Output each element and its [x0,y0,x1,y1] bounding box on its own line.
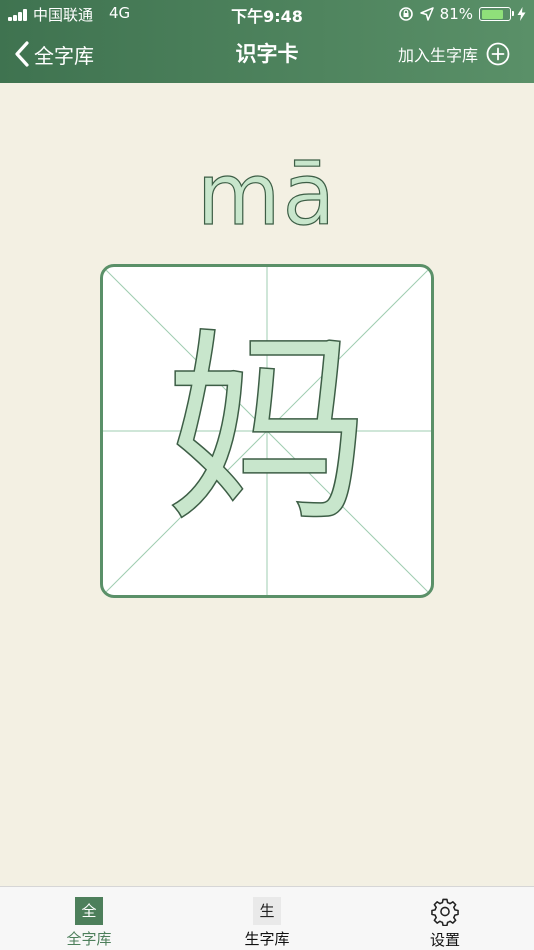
battery-percent: 81% [439,5,473,23]
tab-new-characters-label: 生字库 [244,930,290,948]
add-to-new-words-button[interactable]: 加入生字库 [398,28,510,80]
add-button-label: 加入生字库 [397,46,478,65]
pinyin-text: mā [196,144,338,245]
nav-bar: 全字库 识字卡 加入生字库 [0,28,534,83]
gear-icon [431,898,459,926]
location-icon [419,7,434,21]
orientation-lock-icon [398,7,413,21]
tab-all-characters[interactable]: 全 全字库 [0,887,178,950]
tab-bar: 全 全字库 生 生字库 设置 [0,886,534,950]
all-characters-icon: 全 [75,897,103,925]
charging-bolt-icon [517,7,526,21]
tab-new-characters[interactable]: 生 生字库 [178,887,356,950]
header: 中国联通 4G 下午9:48 81% 全字库 识字卡 加入生字库 [0,0,534,83]
tab-settings-label: 设置 [429,931,460,949]
hanzi-character: 妈 [164,311,371,550]
tab-settings[interactable]: 设置 [356,887,534,950]
plus-circle-icon [486,42,510,66]
new-characters-icon: 生 [253,897,281,925]
tab-all-characters-label: 全字库 [66,930,112,948]
status-right: 81% [398,4,526,24]
character-grid-card[interactable]: 妈 [100,264,434,598]
status-bar: 中国联通 4G 下午9:48 81% [0,0,534,28]
battery-icon [479,7,514,21]
